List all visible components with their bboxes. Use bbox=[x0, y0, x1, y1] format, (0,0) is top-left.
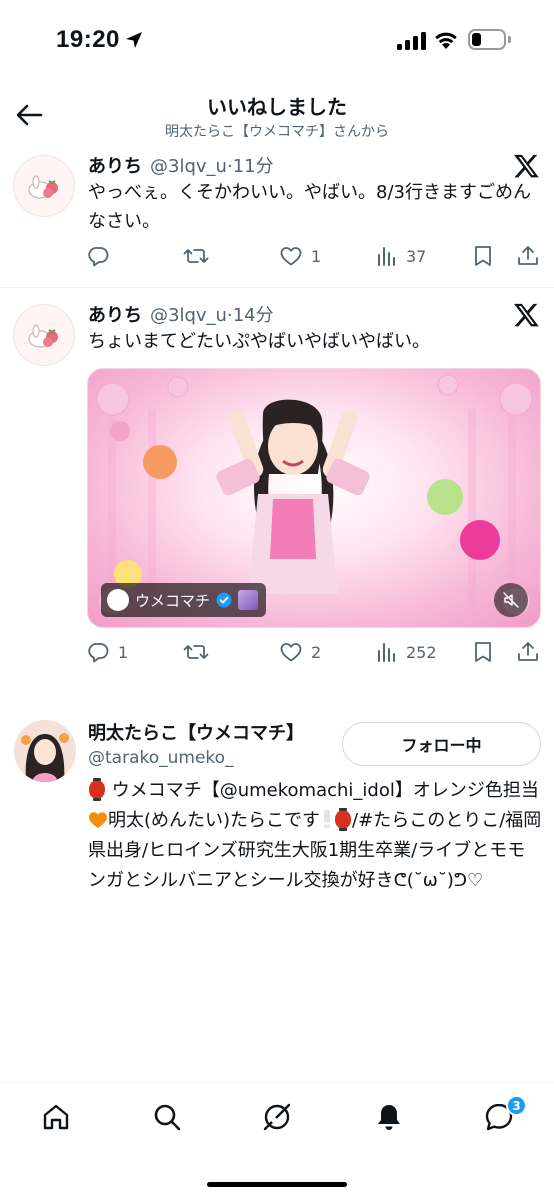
profile-avatar[interactable] bbox=[14, 720, 76, 782]
bio-text-1: ウメコマチ【@umekomachi_idol】オレンジ色担当 bbox=[111, 780, 539, 801]
wifi-icon bbox=[435, 32, 457, 49]
tweet-header: ありち @3lqv_u · 11分 bbox=[88, 152, 274, 178]
tweet-time[interactable]: 14分 bbox=[233, 301, 274, 327]
location-arrow-icon bbox=[126, 32, 142, 48]
home-icon bbox=[43, 1104, 69, 1130]
tweet-author-name[interactable]: ありち bbox=[88, 301, 142, 327]
channel-avatar bbox=[107, 589, 129, 611]
like-count: 2 bbox=[311, 642, 322, 662]
heart-icon bbox=[280, 247, 302, 266]
views-button[interactable]: 37 bbox=[376, 241, 426, 271]
tweet-author-handle[interactable]: @3lqv_u bbox=[150, 156, 227, 177]
battery-cap bbox=[508, 36, 511, 43]
profile-photo-icon bbox=[14, 720, 76, 782]
views-count: 252 bbox=[406, 642, 437, 662]
tweet-author-handle[interactable]: @3lqv_u bbox=[150, 305, 227, 326]
profile-name[interactable]: 明太たらこ【ウメコマチ】 bbox=[88, 719, 304, 745]
cellular-signal-icon bbox=[397, 32, 426, 50]
bookmark-button[interactable] bbox=[472, 241, 494, 271]
strawberry-bunny-avatar-icon bbox=[28, 324, 58, 348]
bookmark-button[interactable] bbox=[472, 637, 494, 667]
views-chart-icon bbox=[378, 247, 395, 266]
orange-heart-icon bbox=[89, 812, 107, 829]
tweet-text: ちょいまてどたいぷやばいやばいやばい。 bbox=[88, 331, 430, 352]
status-bar: 19:20 bbox=[0, 0, 554, 84]
nav-search[interactable] bbox=[150, 1100, 184, 1134]
bio-text-2: 明太(めんたい)たらこです bbox=[108, 810, 321, 831]
bell-icon bbox=[378, 1105, 400, 1130]
strawberry-bunny-avatar-icon bbox=[28, 175, 58, 199]
retweet-icon bbox=[183, 645, 209, 659]
speaker-muted-icon bbox=[503, 592, 519, 608]
battery-icon bbox=[468, 29, 506, 50]
tweet-divider bbox=[0, 287, 554, 288]
views-count: 37 bbox=[406, 246, 427, 266]
like-button[interactable]: 1 bbox=[279, 241, 321, 271]
reply-count: 1 bbox=[118, 642, 129, 662]
bookmark-icon bbox=[475, 642, 491, 662]
bookmark-icon bbox=[475, 246, 491, 266]
share-icon bbox=[518, 246, 538, 265]
tweet-header: ありち @3lqv_u · 14分 bbox=[88, 301, 274, 327]
page-title: いいねしました bbox=[207, 95, 347, 119]
video-source-name: ウメコマチ bbox=[135, 591, 211, 610]
retweet-button[interactable] bbox=[183, 241, 217, 271]
tweet-time[interactable]: 11分 bbox=[233, 152, 274, 178]
grok-icon bbox=[263, 1103, 291, 1131]
views-chart-icon bbox=[378, 643, 395, 662]
x-logo-icon bbox=[514, 154, 539, 178]
profile-bio: ウメコマチ【@umekomachi_idol】オレンジ色担当明太(めんたい)たら… bbox=[88, 776, 543, 896]
mute-button[interactable] bbox=[494, 583, 528, 617]
profile-handle[interactable]: @tarako_umeko_ bbox=[88, 748, 234, 768]
like-count: 1 bbox=[311, 246, 322, 266]
home-indicator bbox=[207, 1182, 347, 1187]
following-button[interactable]: フォロー中 bbox=[342, 722, 541, 766]
tweet-avatar[interactable] bbox=[13, 155, 75, 217]
tweet-text: やっべぇ。くそかわいい。やばい。8/3行きますごめんなさい。 bbox=[88, 182, 531, 232]
heart-icon bbox=[280, 643, 302, 662]
status-time: 19:20 bbox=[56, 26, 120, 53]
white-exclamation-icon bbox=[324, 810, 331, 828]
search-icon bbox=[154, 1104, 181, 1131]
share-button[interactable] bbox=[516, 241, 540, 271]
tweet-actions: 1 2 252 bbox=[86, 637, 542, 667]
bottom-nav-divider bbox=[0, 1082, 554, 1083]
verified-badge-icon bbox=[216, 592, 232, 608]
page-subtitle: 明太たらこ【ウメコマチ】さんから bbox=[165, 124, 389, 140]
red-lantern-icon bbox=[89, 778, 105, 801]
red-lantern-icon bbox=[335, 808, 352, 831]
video-source-tag[interactable]: ウメコマチ bbox=[101, 583, 267, 617]
tweet-actions: 1 37 bbox=[86, 241, 542, 271]
share-button[interactable] bbox=[516, 637, 540, 667]
retweet-button[interactable] bbox=[183, 637, 217, 667]
reply-button[interactable]: 1 bbox=[86, 637, 128, 667]
affiliate-badge-icon bbox=[238, 590, 259, 610]
share-icon bbox=[518, 642, 538, 661]
reply-button[interactable] bbox=[86, 241, 118, 271]
tweet-avatar[interactable] bbox=[13, 304, 75, 366]
nav-grok[interactable] bbox=[260, 1100, 294, 1134]
nav-notifications[interactable] bbox=[372, 1100, 406, 1134]
x-logo-icon bbox=[514, 303, 539, 327]
reply-icon bbox=[88, 247, 109, 267]
messages-badge: 3 bbox=[506, 1095, 527, 1116]
reply-icon bbox=[88, 643, 109, 663]
like-button[interactable]: 2 bbox=[279, 637, 321, 667]
nav-home[interactable] bbox=[39, 1100, 73, 1134]
tweet-video[interactable]: ウメコマチ bbox=[87, 368, 541, 628]
retweet-icon bbox=[183, 249, 209, 263]
tweet-author-name[interactable]: ありち bbox=[88, 152, 142, 178]
views-button[interactable]: 252 bbox=[376, 637, 437, 667]
